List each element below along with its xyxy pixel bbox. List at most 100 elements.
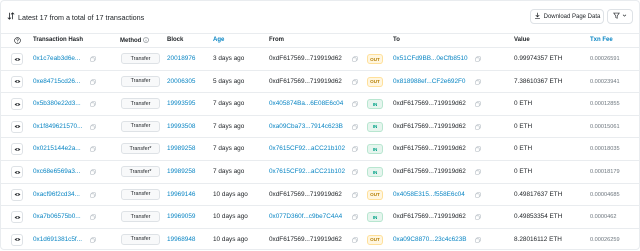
tx-hash-link[interactable]: 0xe84715cd26...: [33, 78, 80, 85]
tx-hash-link[interactable]: 0xc68e6569a3...: [33, 168, 80, 175]
copy-icon[interactable]: [90, 146, 96, 153]
block-link[interactable]: 20018976: [167, 55, 195, 62]
copy-icon[interactable]: [475, 78, 481, 85]
transactions-card: Latest 17 from a total of 17 transaction…: [0, 0, 640, 250]
to-address: 0xdF617569...719919d62: [393, 122, 466, 130]
filter-button[interactable]: [607, 9, 633, 24]
from-address[interactable]: 0x7615CF92...aCC21b102: [269, 145, 345, 152]
table-header: Transaction Hash Method Block Age From T…: [1, 34, 640, 47]
copy-icon[interactable]: [475, 56, 481, 62]
method-badge: Transfer: [121, 188, 160, 200]
eye-icon[interactable]: [11, 120, 23, 133]
direction-badge: IN: [367, 144, 383, 155]
value-text: 0 ETH: [514, 168, 533, 175]
to-address[interactable]: 0x4058E315...f558E6c04: [393, 191, 465, 198]
summary: Latest 17 from a total of 17 transaction…: [7, 12, 144, 22]
copy-icon[interactable]: [352, 78, 358, 85]
tx-hash-link[interactable]: 0x1d691381c5f...: [33, 236, 82, 243]
copy-icon[interactable]: [352, 124, 358, 130]
col-age[interactable]: Age: [213, 37, 224, 43]
block-link[interactable]: 19968948: [167, 236, 195, 243]
chevron-down-icon: [622, 13, 627, 20]
copy-icon[interactable]: [352, 101, 358, 107]
from-address[interactable]: 0x077D360f...c9be7C4A4: [269, 213, 342, 220]
eye-icon[interactable]: [11, 53, 23, 65]
table-row: 0xa7b06575b0... Transfer 19969059 10 days a…: [1, 205, 640, 228]
to-address: 0xdF617569...719919d62: [393, 213, 466, 221]
copy-icon[interactable]: [475, 124, 481, 130]
tx-hash-link[interactable]: 0x0215144e2a...: [33, 145, 81, 152]
copy-icon[interactable]: [352, 56, 358, 62]
block-link[interactable]: 19969146: [167, 191, 195, 198]
copy-icon[interactable]: [352, 146, 358, 153]
from-address: 0xdF617569...719919d62: [269, 55, 342, 62]
copy-icon[interactable]: [90, 56, 96, 62]
copy-icon[interactable]: [90, 237, 96, 243]
tx-hash-link[interactable]: 0x5b380e22d3...: [33, 100, 81, 107]
value-text: 8.28016112 ETH: [514, 235, 562, 243]
copy-icon[interactable]: [90, 78, 96, 85]
txn-fee-text: 0.00018035: [590, 146, 620, 153]
from-address: 0xdF617569...719919d62: [269, 190, 342, 198]
copy-icon[interactable]: [475, 169, 481, 175]
txn-fee-text: 0.00023941: [590, 78, 620, 85]
eye-icon[interactable]: [11, 166, 23, 178]
eye-icon[interactable]: [11, 211, 23, 224]
block-link[interactable]: 20006305: [167, 78, 195, 85]
block-link[interactable]: 19989258: [167, 145, 195, 152]
eye-icon[interactable]: [11, 188, 23, 201]
block-link[interactable]: 19993595: [167, 100, 195, 107]
block-link[interactable]: 19969059: [167, 213, 195, 220]
table-row: 0x5b380e22d3... Transfer 19993595 7 days ag…: [1, 92, 640, 115]
from-address[interactable]: 0xa09Cba73...7914c623B: [269, 123, 343, 130]
col-txn-fee[interactable]: Txn Fee: [590, 37, 613, 43]
copy-icon[interactable]: [90, 101, 96, 107]
to-address[interactable]: 0x51CFd9BB...0eCfb8510: [393, 55, 468, 62]
download-page-data-button[interactable]: Download Page Data: [530, 9, 604, 24]
table-row: 0x1d691381c5f... Transfer 19968948 10 days …: [1, 227, 640, 251]
info-icon: [143, 37, 149, 43]
copy-icon[interactable]: [90, 191, 96, 198]
block-link[interactable]: 19989258: [167, 168, 195, 175]
copy-icon[interactable]: [475, 191, 481, 198]
method-badge: Transfer: [121, 120, 160, 132]
table-row: 0x1f849621570... Transfer 19993508 7 days a…: [1, 114, 640, 138]
to-address[interactable]: 0xa09C8870...23c4c623B: [393, 236, 467, 243]
col-transaction-hash: Transaction Hash: [33, 37, 84, 43]
copy-icon[interactable]: [475, 237, 481, 243]
age-text: 7 days ago: [213, 168, 245, 175]
eye-icon[interactable]: [11, 98, 23, 111]
value-text: 0.99974357 ETH: [514, 55, 563, 62]
block-link[interactable]: 19993508: [167, 123, 195, 130]
summary-text: Latest 17 from a total of 17 transaction…: [18, 12, 145, 22]
download-label: Download Page Data: [543, 13, 601, 20]
eye-icon[interactable]: [11, 75, 23, 88]
copy-icon[interactable]: [90, 124, 96, 130]
direction-badge: OUT: [367, 54, 383, 64]
copy-icon[interactable]: [475, 101, 481, 107]
from-address[interactable]: 0x405874Ba...6E08E6c04: [269, 100, 343, 107]
copy-icon[interactable]: [475, 214, 481, 220]
direction-badge: OUT: [367, 76, 383, 87]
tx-hash-link[interactable]: 0x1f849621570...: [33, 123, 82, 130]
value-text: 0 ETH: [514, 100, 533, 108]
copy-icon[interactable]: [352, 191, 358, 198]
from-address[interactable]: 0x7615CF92...aCC21b102: [269, 168, 345, 175]
help-icon[interactable]: [14, 37, 21, 44]
eye-icon[interactable]: [11, 143, 23, 156]
copy-icon[interactable]: [352, 169, 358, 175]
copy-icon[interactable]: [352, 237, 358, 243]
tx-hash-link[interactable]: 0xa7b06575b0...: [33, 213, 81, 220]
eye-icon[interactable]: [11, 233, 23, 246]
copy-icon[interactable]: [352, 214, 358, 220]
txn-fee-text: 0.00026259: [590, 236, 620, 243]
age-text: 10 days ago: [213, 235, 248, 243]
tx-hash-link[interactable]: 0xacf96f2cd34...: [33, 191, 80, 198]
copy-icon[interactable]: [475, 146, 481, 153]
copy-icon[interactable]: [90, 169, 96, 175]
copy-icon[interactable]: [90, 214, 96, 220]
table-row: 0x0215144e2a... Transfer* 19989258 7 days a…: [1, 137, 640, 160]
to-address[interactable]: 0x818988ef...CF2e692F0: [393, 78, 465, 85]
tx-hash-link[interactable]: 0x1c7eab3d6e...: [33, 55, 80, 62]
direction-badge: IN: [367, 99, 383, 110]
